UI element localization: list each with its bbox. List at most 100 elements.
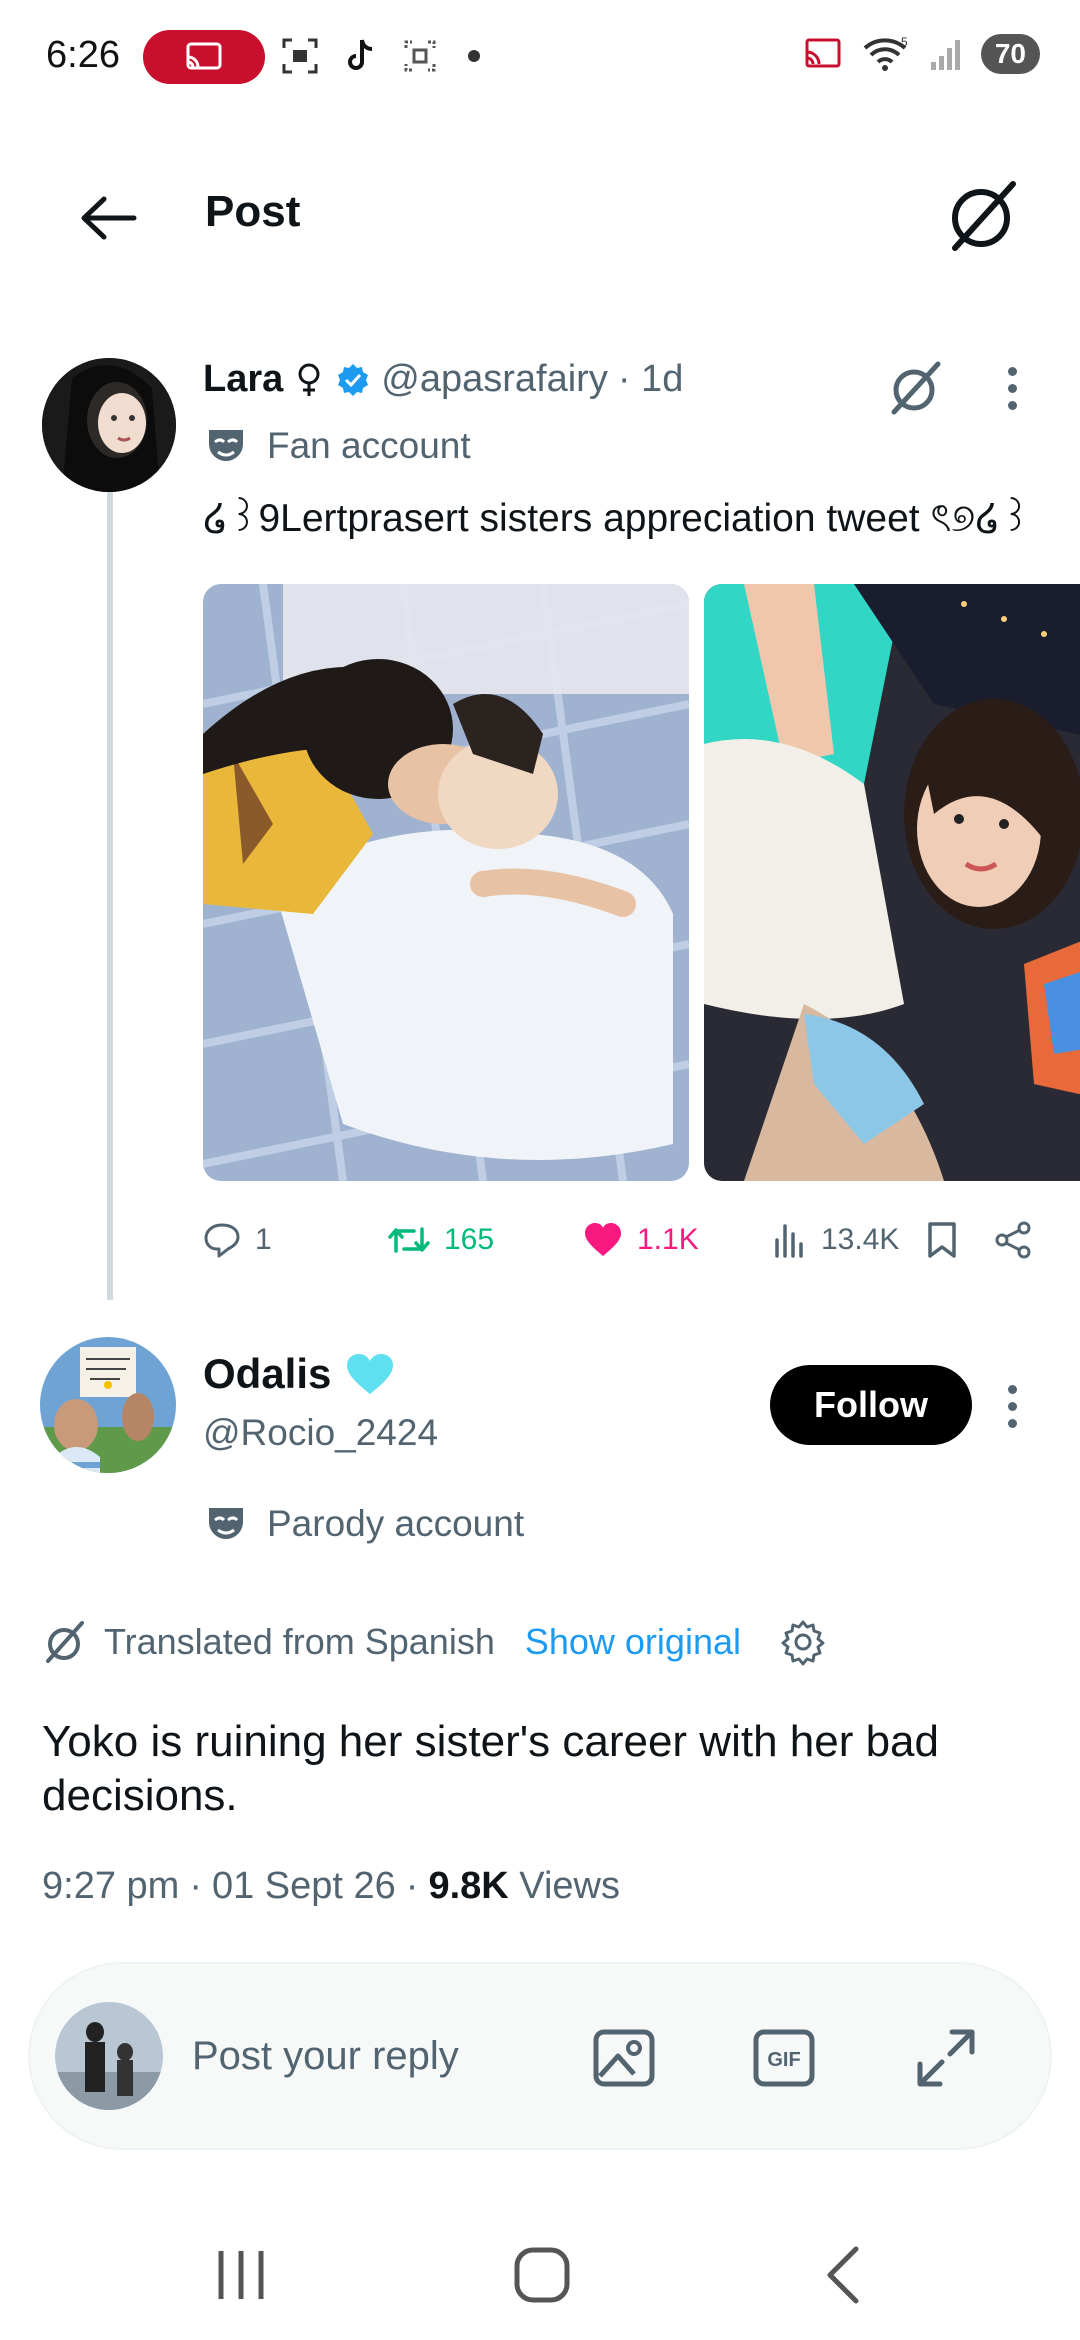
like-count: 1.1K	[637, 1223, 699, 1256]
more-dot	[1007, 400, 1017, 410]
cast-icon	[186, 42, 222, 70]
media-carousel[interactable]	[203, 584, 1080, 1184]
back-button[interactable]	[70, 180, 146, 256]
reply-count: 1	[255, 1223, 272, 1256]
cell-signal-icon	[930, 40, 960, 70]
notification-icons	[280, 36, 480, 76]
heart-icon	[585, 1223, 621, 1256]
image-icon	[593, 2029, 655, 2087]
thread-connector	[107, 490, 113, 1300]
expand-icon	[917, 2029, 975, 2087]
account-label-text: Parody account	[267, 1503, 525, 1544]
status-time: 6:26	[46, 34, 120, 76]
gear-icon	[781, 1620, 825, 1666]
status-bar: 6:26 5 70	[0, 0, 1080, 115]
add-image-button[interactable]	[588, 2022, 660, 2094]
battery-indicator: 70	[980, 34, 1040, 74]
avatar-image	[40, 1337, 176, 1473]
gif-icon: GIF	[753, 2029, 815, 2087]
tweet-actions: 1 165 1.1K 13.4K	[203, 1210, 1043, 1270]
author-name: Odalis	[203, 1350, 332, 1397]
more-dot	[1007, 1418, 1017, 1428]
grok-button[interactable]	[938, 171, 1028, 261]
author-name[interactable]: Lara	[203, 358, 283, 401]
follow-button[interactable]: Follow	[770, 1365, 972, 1445]
avatar[interactable]	[40, 1337, 176, 1473]
avatar-image	[55, 2002, 163, 2110]
author-handle[interactable]: @Rocio_2424	[203, 1412, 438, 1454]
app-bar: Post	[0, 115, 1080, 305]
post-age: · 1d	[617, 358, 684, 400]
grok-icon	[891, 361, 941, 415]
signal-gen-label: 5	[901, 35, 908, 49]
bookmark-icon	[928, 1222, 956, 1258]
reply-composer[interactable]: Post your reply GIF	[28, 1962, 1052, 2150]
views-label: Views	[519, 1865, 620, 1907]
views-stat[interactable]: 9.8K Views	[428, 1865, 620, 1908]
views-action[interactable]: 13.4K	[773, 1210, 899, 1270]
home-button[interactable]	[497, 2240, 587, 2310]
back-nav-button[interactable]	[800, 2240, 890, 2310]
cast-status-icon	[805, 38, 841, 68]
media-image[interactable]	[203, 584, 689, 1181]
screenshot-icon	[404, 40, 436, 72]
reply-icon	[204, 1223, 240, 1258]
meta-separator: ·	[405, 1865, 419, 1907]
account-label: Parody account	[205, 1503, 524, 1545]
reply-action[interactable]: 1	[203, 1210, 272, 1270]
post-time: 9:27 pm	[42, 1865, 180, 1907]
bookmark-action[interactable]	[925, 1210, 959, 1270]
avatar[interactable]	[42, 358, 176, 492]
repost-count: 165	[444, 1223, 495, 1256]
tweet-text: Yoko is ruining her sister's career with…	[42, 1717, 939, 1820]
translation-settings-button[interactable]	[779, 1618, 827, 1666]
reply-input[interactable]: Post your reply	[192, 2034, 459, 2079]
mask-icon	[209, 430, 243, 461]
repost-action[interactable]: 165	[388, 1210, 494, 1270]
gif-label: GIF	[767, 2049, 800, 2071]
chevron-left-icon	[827, 2246, 859, 2304]
page-title: Post	[205, 187, 301, 236]
avatar	[55, 2002, 163, 2110]
more-dot	[1007, 1401, 1017, 1411]
gender-symbol-icon	[298, 363, 320, 396]
photo-selfie	[704, 584, 1080, 1181]
author-name-row[interactable]: Odalis	[203, 1350, 395, 1398]
like-action[interactable]: 1.1K	[583, 1210, 699, 1270]
translated-from-label: Translated from Spanish	[104, 1621, 495, 1662]
post-date: 01 Sept 26	[211, 1865, 396, 1907]
account-label: Fan account	[205, 425, 471, 467]
arrow-left-icon	[81, 196, 137, 240]
grok-icon	[952, 181, 1016, 251]
more-options-button[interactable]	[990, 352, 1034, 424]
more-options-button[interactable]	[990, 1370, 1034, 1442]
author-handle[interactable]: @apasrafairy	[381, 358, 608, 401]
recents-icon	[218, 2251, 264, 2299]
show-original-link[interactable]: Show original	[525, 1621, 741, 1663]
more-dot	[1007, 366, 1017, 376]
tiktok-icon	[348, 39, 373, 70]
share-action[interactable]	[993, 1210, 1033, 1270]
avatar-image	[42, 358, 176, 492]
share-icon	[995, 1221, 1031, 1259]
meta-separator: ·	[189, 1865, 202, 1907]
screen-record-icon	[282, 38, 318, 74]
add-gif-button[interactable]: GIF	[748, 2022, 820, 2094]
translation-bar: Translated from Spanish Show original	[42, 1618, 827, 1666]
status-right-icons: 5 70	[801, 34, 1040, 74]
expand-composer-button[interactable]	[910, 2022, 982, 2094]
home-icon	[514, 2247, 570, 2303]
more-notifications-dot	[468, 50, 480, 62]
more-dot	[1007, 383, 1017, 393]
recent-apps-button[interactable]	[196, 2240, 286, 2310]
grok-icon	[46, 1621, 84, 1663]
view-count: 13.4K	[821, 1223, 900, 1256]
tweet-meta: 9:27 pm · 01 Sept 26 · 9.8K Views	[42, 1865, 620, 1908]
mask-icon	[209, 1508, 243, 1539]
media-image[interactable]	[704, 584, 1080, 1181]
cyan-heart-icon	[347, 1354, 394, 1394]
tweet-text: ໒꒱9Lertprasert sisters appreciation twee…	[203, 497, 1031, 540]
cast-indicator	[143, 30, 265, 84]
parent-tweet-header: Lara @apasrafairy · 1d	[203, 358, 683, 401]
grok-explain-button[interactable]	[880, 352, 952, 424]
